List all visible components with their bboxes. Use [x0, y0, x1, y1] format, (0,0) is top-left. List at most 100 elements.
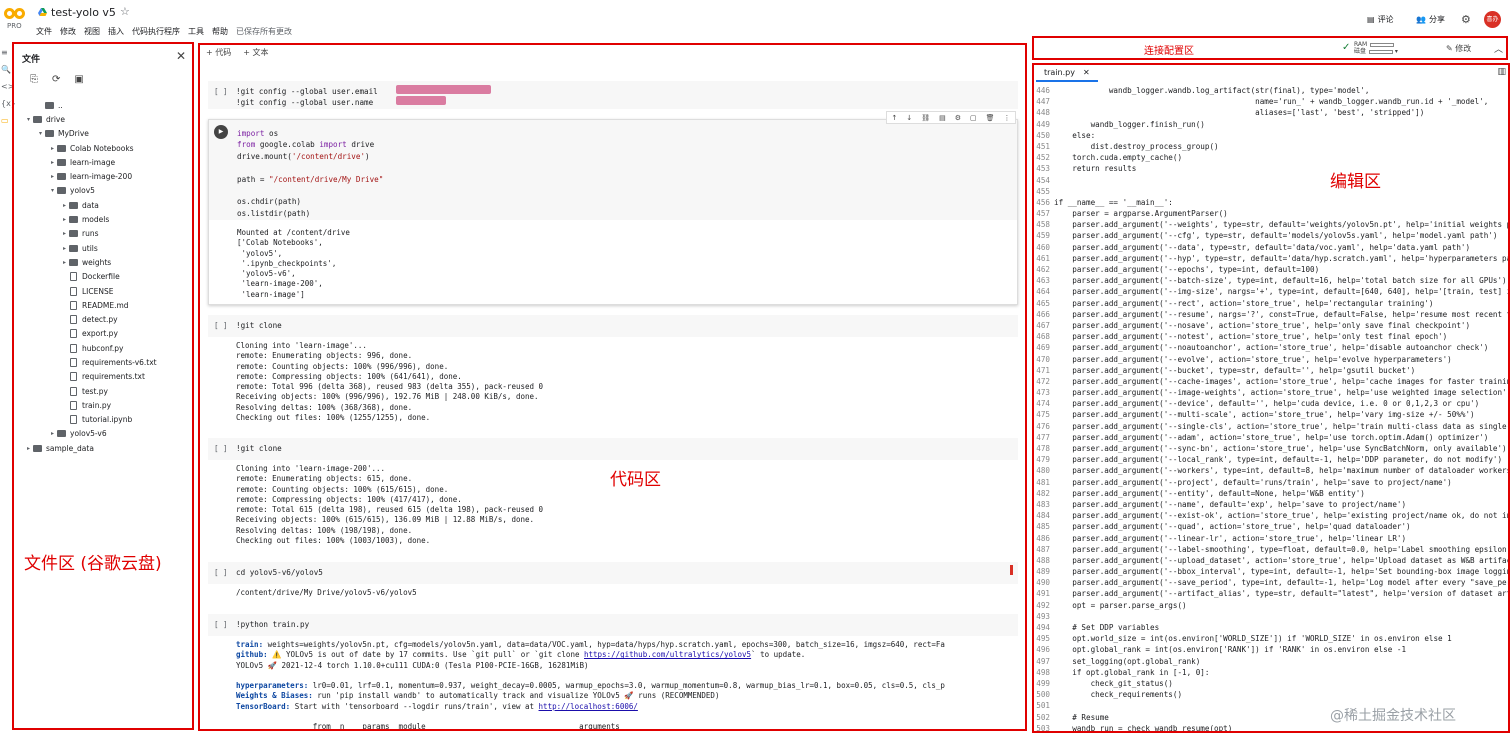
code-line[interactable]: 455 [1034, 186, 1508, 197]
code-cell[interactable]: [ ] !git clone [208, 438, 1018, 460]
tree-item[interactable]: detect.py [14, 312, 192, 326]
code-line[interactable]: 471 parser.add_argument('--bucket', type… [1034, 365, 1508, 376]
tree-item[interactable]: ▸ weights [14, 255, 192, 269]
code-line[interactable]: 472 parser.add_argument('--cache-images'… [1034, 376, 1508, 387]
tree-item[interactable]: README.md [14, 298, 192, 312]
code-cell[interactable]: [ ] cd yolov5-v6/yolov5 [208, 562, 1018, 584]
code-line[interactable]: 459 parser.add_argument('--cfg', type=st… [1034, 230, 1508, 241]
tree-item[interactable]: ▸ models [14, 212, 192, 226]
code-line[interactable]: 451 dist.destroy_process_group() [1034, 141, 1508, 152]
run-cell-button[interactable]: [ ] [214, 620, 228, 629]
refresh-icon[interactable]: ⟳ [52, 74, 60, 85]
gear-icon[interactable]: ⚙ [1461, 13, 1471, 26]
tree-item[interactable]: hubconf.py [14, 341, 192, 355]
tree-item[interactable]: LICENSE [14, 284, 192, 298]
tree-item[interactable]: .. [14, 98, 192, 112]
code-line[interactable]: 476 parser.add_argument('--single-cls', … [1034, 421, 1508, 432]
chevron-up-icon[interactable]: ︿ [1494, 42, 1503, 55]
code-line[interactable]: 488 parser.add_argument('--upload_datase… [1034, 555, 1508, 566]
close-icon[interactable]: ✕ [176, 49, 186, 63]
code-line[interactable]: 450 else: [1034, 130, 1508, 141]
tree-item[interactable]: ▸ sample_data [14, 441, 192, 455]
move-down-icon[interactable]: ↓ [906, 114, 912, 122]
chevron-right-icon[interactable]: ▸ [60, 245, 69, 252]
code-cell-active[interactable]: import os from google.colab import drive… [208, 119, 1018, 305]
code-line[interactable]: 473 parser.add_argument('--image-weights… [1034, 387, 1508, 398]
chevron-right-icon[interactable]: ▸ [48, 159, 57, 166]
code-line[interactable]: 485 parser.add_argument('--quad', action… [1034, 521, 1508, 532]
code-line[interactable]: 463 parser.add_argument('--batch-size', … [1034, 275, 1508, 286]
edit-button[interactable]: ✎ 修改 [1446, 43, 1471, 54]
chevron-right-icon[interactable]: ▸ [48, 430, 57, 437]
add-text-button[interactable]: + 文本 [243, 47, 268, 58]
code-line[interactable]: 458 parser.add_argument('--weights', typ… [1034, 219, 1508, 230]
code-line[interactable]: 479 parser.add_argument('--local_rank', … [1034, 454, 1508, 465]
code-line[interactable]: 486 parser.add_argument('--linear-lr', a… [1034, 533, 1508, 544]
more-icon[interactable]: ⋮ [1003, 114, 1010, 122]
code-line[interactable]: 480 parser.add_argument('--workers', typ… [1034, 465, 1508, 476]
search-icon[interactable]: 🔍 [1, 65, 11, 74]
code-line[interactable]: 452 torch.cuda.empty_cache() [1034, 152, 1508, 163]
tree-item[interactable]: requirements.txt [14, 370, 192, 384]
code-line[interactable]: 475 parser.add_argument('--multi-scale',… [1034, 409, 1508, 420]
code-line[interactable]: 446 wandb_logger.wandb.log_artifact(str(… [1034, 85, 1508, 96]
code-line[interactable]: 454 [1034, 175, 1508, 186]
code-line[interactable]: 470 parser.add_argument('--evolve', acti… [1034, 354, 1508, 365]
star-icon[interactable]: ☆ [120, 5, 130, 18]
colab-logo[interactable]: PRO [4, 6, 26, 32]
code-line[interactable]: 483 parser.add_argument('--name', defaul… [1034, 499, 1508, 510]
close-tab-icon[interactable]: ✕ [1083, 68, 1090, 78]
code-cell[interactable]: [ ] !python train.py [208, 614, 1018, 636]
code-line[interactable]: 487 parser.add_argument('--label-smoothi… [1034, 544, 1508, 555]
toc-icon[interactable]: ≡ [1, 48, 10, 57]
code-snippets-icon[interactable]: <> [1, 82, 14, 91]
run-cell-button[interactable]: [ ] [214, 444, 228, 453]
tree-item[interactable]: test.py [14, 384, 192, 398]
code-line[interactable]: 489 parser.add_argument('--bbox_interval… [1034, 566, 1508, 577]
chevron-down-icon[interactable]: ▾ [36, 130, 45, 137]
add-code-button[interactable]: + 代码 [206, 47, 231, 58]
code-line[interactable]: 496 opt.global_rank = int(os.environ['RA… [1034, 644, 1508, 655]
comment-icon[interactable]: ▤ [939, 114, 946, 122]
notebook-title[interactable]: test-yolo v5 [51, 6, 116, 19]
tab-train-py[interactable]: train.py ✕ [1036, 66, 1098, 82]
tree-item[interactable]: ▾ drive [14, 112, 192, 126]
tree-item[interactable]: ▸ data [14, 198, 192, 212]
code-line[interactable]: 466 parser.add_argument('--resume', narg… [1034, 309, 1508, 320]
code-line[interactable]: 478 parser.add_argument('--sync-bn', act… [1034, 443, 1508, 454]
code-line[interactable]: 477 parser.add_argument('--adam', action… [1034, 432, 1508, 443]
code-line[interactable]: 491 parser.add_argument('--artifact_alia… [1034, 588, 1508, 599]
tree-item[interactable]: train.py [14, 398, 192, 412]
menu-edit[interactable]: 修改 [60, 26, 76, 37]
code-line[interactable]: 494 # Set DDP variables [1034, 622, 1508, 633]
code-line[interactable]: 449 wandb_logger.finish_run() [1034, 119, 1508, 130]
chevron-down-icon[interactable]: ▾ [48, 187, 57, 194]
code-line[interactable]: 500 check_requirements() [1034, 689, 1508, 700]
code-line[interactable]: 469 parser.add_argument('--noautoanchor'… [1034, 342, 1508, 353]
chevron-right-icon[interactable]: ▸ [60, 259, 69, 266]
menu-view[interactable]: 视图 [84, 26, 100, 37]
code-line[interactable]: 495 opt.world_size = int(os.environ['WOR… [1034, 633, 1508, 644]
code-line[interactable]: 493 [1034, 611, 1508, 622]
code-line[interactable]: 461 parser.add_argument('--hyp', type=st… [1034, 253, 1508, 264]
chevron-right-icon[interactable]: ▸ [48, 145, 57, 152]
code-line[interactable]: 460 parser.add_argument('--data', type=s… [1034, 242, 1508, 253]
code-line[interactable]: 457 parser = argparse.ArgumentParser() [1034, 208, 1508, 219]
code-cell[interactable]: [ ] !git config --global user.email !git… [208, 81, 1018, 109]
menu-runtime[interactable]: 代码执行程序 [132, 26, 180, 37]
chevron-right-icon[interactable]: ▸ [24, 445, 33, 452]
menu-tools[interactable]: 工具 [188, 26, 204, 37]
tree-item[interactable]: ▸ Colab Notebooks [14, 141, 192, 155]
chevron-right-icon[interactable]: ▸ [48, 173, 57, 180]
comment-button[interactable]: ▤ 评论 [1367, 14, 1394, 25]
code-line[interactable]: 490 parser.add_argument('--save_period',… [1034, 577, 1508, 588]
code-line[interactable]: 497 set_logging(opt.global_rank) [1034, 656, 1508, 667]
code-line[interactable]: 456 if __name__ == '__main__': [1034, 197, 1508, 208]
mount-drive-icon[interactable]: ▣ [74, 74, 83, 85]
avatar[interactable]: 喜办 [1484, 11, 1501, 28]
split-view-icon[interactable]: ▥ [1497, 67, 1506, 77]
tree-item[interactable]: Dockerfile [14, 270, 192, 284]
variables-icon[interactable]: {x} [1, 99, 16, 108]
code-line[interactable]: 474 parser.add_argument('--device', defa… [1034, 398, 1508, 409]
cell-source[interactable]: import os from google.colab import drive… [237, 128, 383, 219]
